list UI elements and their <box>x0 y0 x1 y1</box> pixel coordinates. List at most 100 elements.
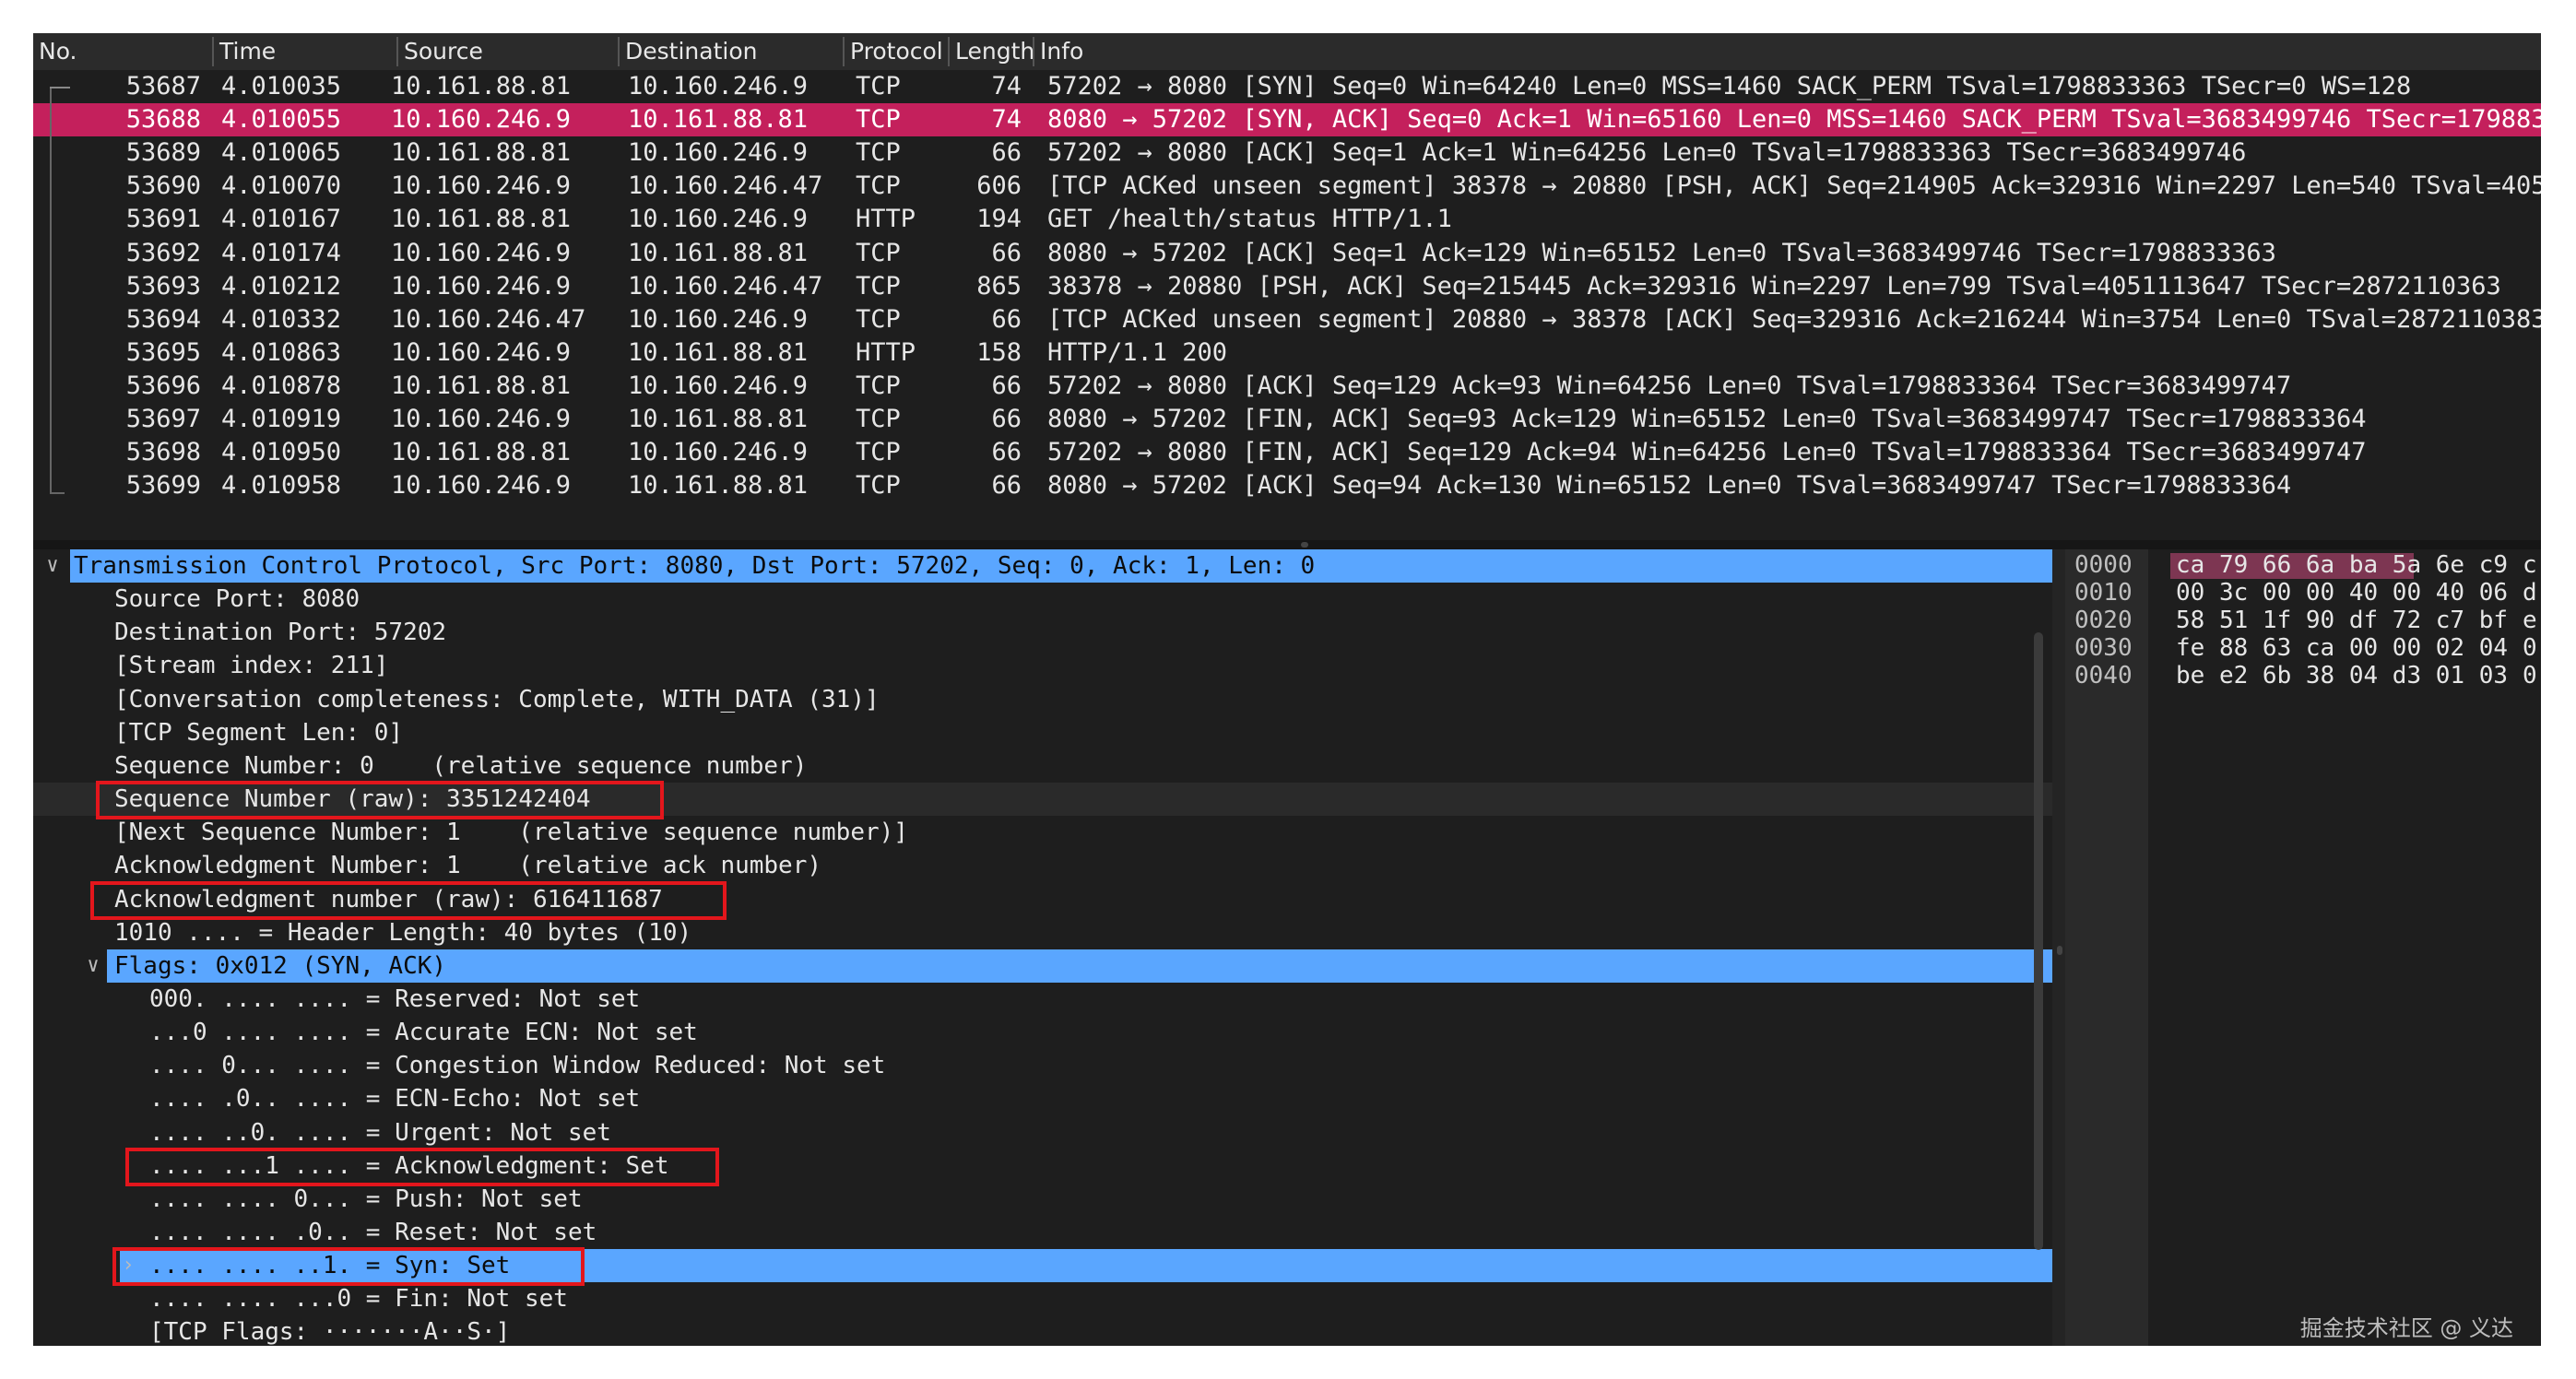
packet-cell-no: 53691 <box>125 205 201 233</box>
sequence-number-row[interactable]: Sequence Number: 0 (relative sequence nu… <box>33 749 2052 783</box>
packet-cell-info: 57202 → 8080 [ACK] Seq=1 Ack=1 Win=64256… <box>1047 138 2247 167</box>
next-sequence-number-row[interactable]: [Next Sequence Number: 1 (relative seque… <box>33 816 2052 849</box>
packet-list: 53687 4.010035 10.161.88.81 10.160.246.9 TCP… <box>33 70 2541 540</box>
flag-cwr-row[interactable]: .... 0... .... = Congestion Window Reduc… <box>33 1049 2052 1082</box>
packet-cell-no: 53695 <box>125 338 201 367</box>
flag-acknowledgment-row[interactable]: .... ...1 .... = Acknowledgment: Set <box>33 1149 2052 1183</box>
packet-cell-src: 10.160.246.9 <box>391 239 572 267</box>
packet-row[interactable]: 53689 4.010065 10.161.88.81 10.160.246.9 TCP… <box>33 136 2541 170</box>
detail-text: 000. .... .... = Reserved: Not set <box>149 985 641 1013</box>
flag-fin-row[interactable]: .... .... ...0 = Fin: Not set <box>33 1282 2052 1315</box>
hex-bytes[interactable]: 58 51 1f 90 df 72 c7 bf <box>2176 607 2508 634</box>
packet-cell-len: 66 <box>991 405 1022 433</box>
packet-cell-info: GET /health/status HTTP/1.1 <box>1047 205 1452 233</box>
packet-cell-src: 10.160.246.9 <box>391 105 572 134</box>
sequence-number-raw-row[interactable]: Sequence Number (raw): 3351242404 <box>33 783 2052 816</box>
packet-cell-info: 8080 → 57202 [SYN, ACK] Seq=0 Ack=1 Win=… <box>1047 105 2541 134</box>
acknowledgment-number-row[interactable]: Acknowledgment Number: 1 (relative ack n… <box>33 849 2052 882</box>
packet-cell-len: 66 <box>991 138 1022 167</box>
packet-list-header: No. Time Source Destination Protocol Len… <box>33 33 2541 71</box>
flag-syn-row[interactable]: › .... .... ..1. = Syn: Set <box>33 1249 2052 1282</box>
detail-text: .... .0.. .... = ECN-Echo: Not set <box>149 1085 641 1113</box>
packet-row[interactable]: 53699 4.010958 10.160.246.9 10.161.88.81 TCP… <box>33 469 2541 502</box>
wireshark-window: No. Time Source Destination Protocol Len… <box>33 33 2541 1346</box>
packet-cell-time: 4.010950 <box>221 438 342 466</box>
details-scrollbar[interactable] <box>2034 632 2043 1250</box>
detail-text: Sequence Number: 0 (relative sequence nu… <box>114 752 808 780</box>
packet-row[interactable]: 53698 4.010950 10.161.88.81 10.160.246.9 TCP… <box>33 436 2541 469</box>
pane-splitter[interactable] <box>33 540 2541 549</box>
packet-row[interactable]: 53695 4.010863 10.160.246.9 10.161.88.81 HTT… <box>33 336 2541 370</box>
segment-len-row[interactable]: [TCP Segment Len: 0] <box>33 716 2052 749</box>
column-header-length[interactable]: Length <box>950 37 1034 66</box>
splitter-handle[interactable] <box>1301 542 1308 548</box>
packet-cell-time: 4.010055 <box>221 105 342 134</box>
detail-text: .... 0... .... = Congestion Window Reduc… <box>149 1052 886 1079</box>
flag-push-row[interactable]: .... .... 0... = Push: Not set <box>33 1183 2052 1216</box>
packet-cell-proto: TCP <box>856 405 901 433</box>
vertical-splitter-handle[interactable] <box>2057 946 2062 955</box>
detail-text: Acknowledgment Number: 1 (relative ack n… <box>114 852 822 879</box>
flag-reset-row[interactable]: .... .... .0.. = Reset: Not set <box>33 1216 2052 1249</box>
hex-ascii[interactable]: d <box>2523 579 2537 607</box>
stream-index-row[interactable]: [Stream index: 211] <box>33 649 2052 682</box>
packet-cell-src: 10.161.88.81 <box>391 205 572 233</box>
detail-text: .... ..0. .... = Urgent: Not set <box>149 1119 611 1147</box>
chevron-down-icon[interactable]: ∨ <box>79 949 107 983</box>
acknowledgment-number-raw-row[interactable]: Acknowledgment number (raw): 616411687 <box>33 883 2052 916</box>
packet-bytes: 0000 ca 79 66 6a ba 5a 6e c9 c 0010 00 3c 00… <box>2065 549 2541 1346</box>
destination-port-row[interactable]: Destination Port: 57202 <box>33 616 2052 649</box>
related-packets-end-mark <box>50 492 65 494</box>
hex-ascii[interactable]: 0 <box>2523 662 2537 690</box>
flag-urgent-row[interactable]: .... ..0. .... = Urgent: Not set <box>33 1116 2052 1149</box>
packet-cell-no: 53697 <box>125 405 201 433</box>
tcp-flags-summary-row[interactable]: [TCP Flags: ·······A··S·] <box>33 1315 2052 1346</box>
hex-bytes[interactable]: be e2 6b 38 04 d3 01 03 <box>2176 662 2508 690</box>
packet-cell-dst: 10.160.246.9 <box>628 205 809 233</box>
flags-row[interactable]: ∨ Flags: 0x012 (SYN, ACK) <box>33 949 2052 983</box>
tcp-header-row[interactable]: ∨ Transmission Control Protocol, Src Port… <box>33 549 2052 583</box>
column-header-protocol[interactable]: Protocol <box>845 37 950 66</box>
column-header-no[interactable]: No. <box>33 37 214 66</box>
packet-row[interactable]: 53687 4.010035 10.161.88.81 10.160.246.9 TCP… <box>33 70 2541 103</box>
hex-bytes[interactable]: fe 88 63 ca 00 00 02 04 <box>2176 634 2508 662</box>
flag-reserved-row[interactable]: 000. .... .... = Reserved: Not set <box>33 983 2052 1016</box>
column-header-source[interactable]: Source <box>398 37 620 66</box>
packet-row[interactable]: 53696 4.010878 10.161.88.81 10.160.246.9 TCP… <box>33 370 2541 403</box>
packet-row[interactable]: 53692 4.010174 10.160.246.9 10.161.88.81 TCP… <box>33 237 2541 270</box>
packet-cell-dst: 10.160.246.47 <box>628 272 823 301</box>
column-header-destination[interactable]: Destination <box>620 37 845 66</box>
hex-bytes[interactable]: ca 79 66 6a ba 5a 6e c9 <box>2176 551 2508 579</box>
packet-cell-info: [TCP ACKed unseen segment] 20880 → 38378… <box>1047 305 2541 334</box>
packet-cell-proto: TCP <box>856 72 901 100</box>
packet-cell-proto: TCP <box>856 171 901 200</box>
packet-row[interactable]: 53697 4.010919 10.160.246.9 10.161.88.81 TCP… <box>33 403 2541 436</box>
flag-accurate-ecn-row[interactable]: ...0 .... .... = Accurate ECN: Not set <box>33 1016 2052 1049</box>
source-port-row[interactable]: Source Port: 8080 <box>33 583 2052 616</box>
packet-row[interactable]: 53691 4.010167 10.161.88.81 10.160.246.9 HTT… <box>33 203 2541 236</box>
packet-cell-dst: 10.161.88.81 <box>628 105 809 134</box>
column-header-info[interactable]: Info <box>1034 37 2541 66</box>
packet-row[interactable]: 53688 4.010055 10.160.246.9 10.161.88.81 TCP… <box>33 103 2541 136</box>
hex-ascii[interactable]: 0 <box>2523 634 2537 662</box>
packet-cell-len: 66 <box>991 471 1022 500</box>
packet-cell-info: HTTP/1.1 200 <box>1047 338 1228 367</box>
detail-text: Sequence Number (raw): 3351242404 <box>114 785 591 813</box>
chevron-down-icon[interactable]: ∨ <box>39 549 66 583</box>
packet-row[interactable]: 53694 4.010332 10.160.246.47 10.160.246.9 TC… <box>33 303 2541 336</box>
packet-cell-no: 53694 <box>125 305 201 334</box>
hex-ascii[interactable]: c <box>2523 551 2537 579</box>
hex-bytes[interactable]: 00 3c 00 00 40 00 40 06 <box>2176 579 2508 607</box>
hex-ascii[interactable]: e <box>2523 607 2537 634</box>
detail-text: [TCP Flags: ·······A··S·] <box>149 1318 511 1346</box>
flag-ecn-echo-row[interactable]: .... .0.. .... = ECN-Echo: Not set <box>33 1082 2052 1115</box>
chevron-right-icon[interactable]: › <box>114 1249 142 1282</box>
packet-cell-no: 53698 <box>125 438 201 466</box>
column-header-time[interactable]: Time <box>214 37 398 66</box>
packet-cell-no: 53696 <box>125 371 201 400</box>
packet-row[interactable]: 53690 4.010070 10.160.246.9 10.160.246.47 TC… <box>33 170 2541 203</box>
header-length-row[interactable]: 1010 .... = Header Length: 40 bytes (10) <box>33 916 2052 949</box>
conversation-completeness-row[interactable]: [Conversation completeness: Complete, WI… <box>33 683 2052 716</box>
packet-row[interactable]: 53693 4.010212 10.160.246.9 10.160.246.47 TC… <box>33 270 2541 303</box>
hex-offset: 0030 <box>2074 634 2133 662</box>
